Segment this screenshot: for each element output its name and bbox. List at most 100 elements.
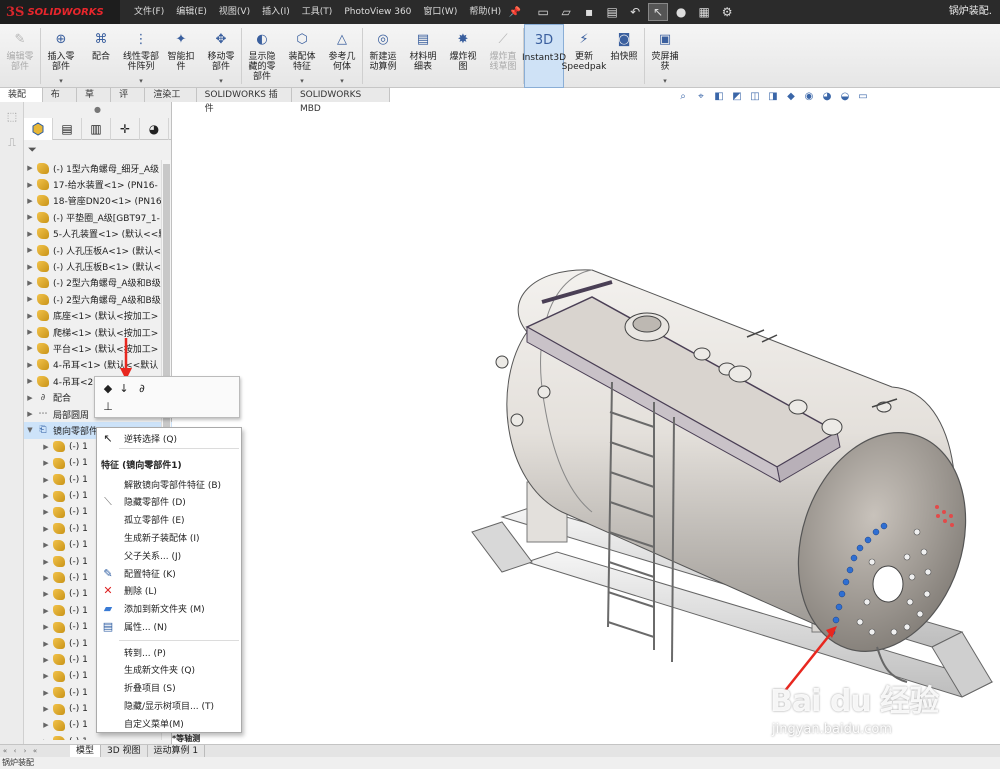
menu-item-feature-3[interactable]: 生成新子装配体 (I) bbox=[97, 529, 241, 545]
menu-item-feature-4[interactable]: 父子关系... (J) bbox=[97, 547, 241, 563]
ribbon-button-2[interactable]: ⌘ 配合 bbox=[81, 24, 121, 88]
expand-triangle-icon[interactable]: ▶ bbox=[24, 344, 36, 352]
expand-triangle-icon[interactable]: ▶ bbox=[24, 181, 36, 189]
expand-triangle-icon[interactable]: ▶ bbox=[40, 721, 52, 729]
tab-scroll-arrow-icon[interactable]: › bbox=[20, 747, 30, 755]
mate-paperclip-icon[interactable]: ∂ bbox=[135, 381, 149, 395]
expand-triangle-icon[interactable]: ▶ bbox=[24, 279, 36, 287]
tab-6[interactable]: SOLIDWORKS MBD bbox=[292, 88, 391, 114]
view-orientation-icon[interactable]: ◨ bbox=[766, 90, 780, 102]
print-icon[interactable]: ▤ bbox=[602, 3, 622, 21]
bottom-tab-1[interactable]: 3D 视图 bbox=[101, 745, 148, 757]
menu-item-tree-1[interactable]: 生成新文件夹 (Q) bbox=[97, 662, 241, 678]
new-document-icon[interactable]: ▭ bbox=[533, 3, 553, 21]
tab-4[interactable]: 渲染工具 bbox=[145, 88, 197, 114]
menu-item-feature-1[interactable]: ⟍ 隐藏零部件 (D) bbox=[97, 494, 241, 510]
tree-item[interactable]: ▶ 17-给水装置<1> (PN16- bbox=[24, 176, 172, 192]
tree-item[interactable]: ▶ (-) 2型六角螺母_A级和B级 bbox=[24, 275, 172, 291]
dimxpert-icon[interactable]: ⬚ bbox=[3, 110, 21, 128]
tree-filter[interactable]: ⏷ bbox=[24, 140, 171, 160]
expand-triangle-icon[interactable]: ▶ bbox=[40, 476, 52, 484]
pin-icon[interactable]: 📌 bbox=[507, 7, 523, 18]
chevron-down-icon[interactable]: ▾ bbox=[663, 76, 667, 86]
display-manager-tab-icon[interactable]: ◕ bbox=[140, 118, 169, 140]
solidworks-logo[interactable]: 3S SOLIDWORKS bbox=[0, 0, 120, 24]
chevron-down-icon[interactable]: ▾ bbox=[300, 76, 304, 86]
expand-triangle-icon[interactable]: ▶ bbox=[24, 213, 36, 221]
panel-collapse-handle[interactable]: ● bbox=[24, 102, 171, 118]
rebuild-traffic-light-icon[interactable]: ● bbox=[671, 3, 691, 21]
zoom-to-fit-icon[interactable]: ⌕ bbox=[676, 90, 690, 102]
expand-triangle-icon[interactable]: ▶ bbox=[24, 312, 36, 320]
move-with-triad-icon[interactable]: ⊥ bbox=[101, 399, 115, 413]
menu-item-feature-2[interactable]: 孤立零部件 (E) bbox=[97, 512, 241, 528]
property-manager-tab-icon[interactable]: ▤ bbox=[53, 118, 82, 140]
collapse-triangle-icon[interactable]: ▼ bbox=[24, 426, 36, 434]
tree-item[interactable]: ▶ (-) 平垫圈_A级[GBT97_1- bbox=[24, 209, 172, 225]
expand-triangle-icon[interactable]: ▶ bbox=[40, 525, 52, 533]
expand-triangle-icon[interactable]: ▶ bbox=[40, 672, 52, 680]
tab-scroll-arrow-icon[interactable]: « bbox=[0, 747, 10, 755]
expand-triangle-icon[interactable]: ▶ bbox=[24, 295, 36, 303]
expand-triangle-icon[interactable]: ▶ bbox=[40, 459, 52, 467]
expand-triangle-icon[interactable]: ▶ bbox=[40, 590, 52, 598]
ribbon-button-11[interactable]: ✸ 爆炸视 图 bbox=[443, 24, 483, 88]
bottom-tab-2[interactable]: 运动算例 1 bbox=[148, 745, 206, 757]
menu-item-tree-3[interactable]: 隐藏/显示树项目... (T) bbox=[97, 697, 241, 713]
menu-item-0[interactable]: 文件(F) bbox=[128, 0, 170, 24]
ribbon-button-0[interactable]: ✎ 编辑零 部件 bbox=[0, 24, 40, 88]
tree-item[interactable]: ▶ 底座<1> (默认<按加工> bbox=[24, 308, 172, 324]
expand-triangle-icon[interactable]: ▶ bbox=[40, 574, 52, 582]
expand-triangle-icon[interactable]: ▶ bbox=[40, 623, 52, 631]
tree-item[interactable]: ▶ 平台<1> (默认<按加工> bbox=[24, 340, 172, 356]
tree-item[interactable]: ▶ 4-吊耳<1> (默认<<默认 bbox=[24, 357, 172, 373]
apply-scene-icon[interactable]: ◒ bbox=[838, 90, 852, 102]
tab-1[interactable]: 布局 bbox=[43, 88, 77, 114]
display-style-icon[interactable]: ◆ bbox=[784, 90, 798, 102]
boiler-3d-model[interactable] bbox=[172, 102, 1000, 744]
expand-triangle-icon[interactable]: ▶ bbox=[40, 656, 52, 664]
filter-funnel-icon[interactable]: ⏷ bbox=[28, 143, 37, 157]
ribbon-button-6[interactable]: ◐ 显示隐 藏的零 部件 bbox=[242, 24, 282, 88]
options-gear-icon[interactable]: ⚙ bbox=[717, 3, 737, 21]
expand-triangle-icon[interactable]: ▶ bbox=[40, 640, 52, 648]
menu-item-tree-2[interactable]: 折叠项目 (S) bbox=[97, 680, 241, 696]
expand-triangle-icon[interactable]: ▶ bbox=[24, 410, 36, 418]
expand-triangle-icon[interactable]: ▶ bbox=[24, 394, 36, 402]
edit-appearance-icon[interactable]: ◕ bbox=[820, 90, 834, 102]
chevron-down-icon[interactable]: ▾ bbox=[340, 76, 344, 86]
expand-triangle-icon[interactable]: ▶ bbox=[40, 705, 52, 713]
expand-triangle-icon[interactable]: ▶ bbox=[24, 197, 36, 205]
menu-item-feature-7[interactable]: ▰ 添加到新文件夹 (M) bbox=[97, 601, 241, 617]
expand-triangle-icon[interactable]: ▶ bbox=[24, 377, 36, 385]
menu-item-invert-selection[interactable]: ↖ 逆转选择 (Q) bbox=[97, 430, 241, 446]
bottom-tab-0[interactable]: 模型 bbox=[70, 745, 102, 757]
tab-scroll-arrow-icon[interactable]: ‹ bbox=[10, 747, 20, 755]
expand-triangle-icon[interactable]: ▶ bbox=[40, 607, 52, 615]
ribbon-button-4[interactable]: ✦ 智能扣 件 bbox=[161, 24, 201, 88]
open-icon[interactable]: ▱ bbox=[556, 3, 576, 21]
menu-item-4[interactable]: 工具(T) bbox=[296, 0, 339, 24]
tab-0[interactable]: 装配体 bbox=[0, 88, 43, 114]
ribbon-button-8[interactable]: △ 参考几 何体 ▾ bbox=[322, 24, 362, 88]
save-icon[interactable]: ▪ bbox=[579, 3, 599, 21]
menu-item-feature-8[interactable]: ▤ 属性... (N) bbox=[97, 618, 241, 634]
chevron-down-icon[interactable]: ▾ bbox=[219, 76, 223, 86]
tree-item[interactable]: ▶ 18-管座DN20<1> (PN16 bbox=[24, 193, 172, 209]
ribbon-button-3[interactable]: ⋮ 线性零部 件阵列 ▾ bbox=[121, 24, 161, 88]
undo-icon[interactable]: ↶ bbox=[625, 3, 645, 21]
expand-triangle-icon[interactable]: ▶ bbox=[40, 738, 52, 740]
zoom-area-icon[interactable]: ⌖ bbox=[694, 90, 708, 102]
file-properties-icon[interactable]: ▦ bbox=[694, 3, 714, 21]
tree-item[interactable]: ▶ (-) 人孔压板A<1> (默认< bbox=[24, 242, 172, 258]
tree-item[interactable]: ▶ (-) 2型六角螺母_A级和B级 bbox=[24, 291, 172, 307]
menu-item-6[interactable]: 窗口(W) bbox=[417, 0, 463, 24]
ribbon-button-7[interactable]: ⬡ 装配体 特征 ▾ bbox=[282, 24, 322, 88]
expand-triangle-icon[interactable]: ▶ bbox=[24, 164, 36, 172]
insert-mate-icon[interactable]: ↓ bbox=[117, 381, 131, 395]
expand-triangle-icon[interactable]: ▶ bbox=[40, 558, 52, 566]
expand-triangle-icon[interactable]: ▶ bbox=[24, 263, 36, 271]
component-properties-icon[interactable]: ◆ bbox=[101, 381, 115, 395]
dimxpert-manager-tab-icon[interactable]: ✛ bbox=[111, 118, 140, 140]
expand-triangle-icon[interactable]: ▶ bbox=[40, 443, 52, 451]
